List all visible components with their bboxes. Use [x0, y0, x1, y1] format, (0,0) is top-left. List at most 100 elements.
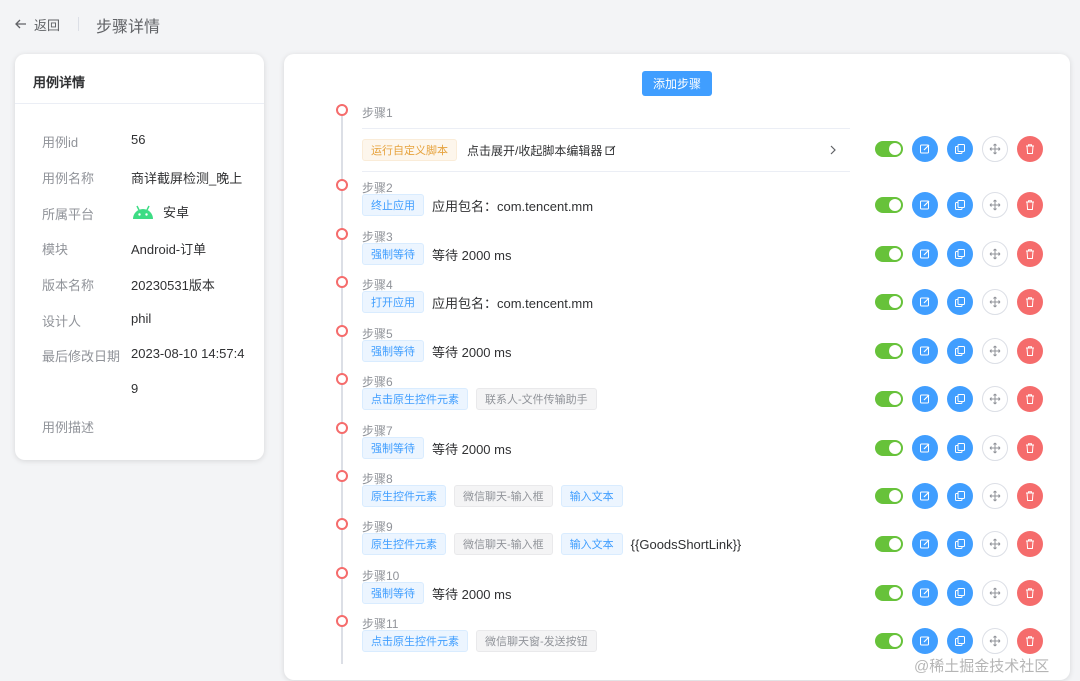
- drag-step-handle[interactable]: [982, 386, 1008, 412]
- step-detail-text: {{GoodsShortLink}}: [630, 536, 742, 552]
- delete-step-button[interactable]: [1017, 386, 1043, 412]
- drag-step-handle[interactable]: [982, 241, 1008, 267]
- step-content: 强制等待 等待 2000 ms: [362, 340, 511, 362]
- edit-icon: [919, 199, 931, 211]
- trash-icon: [1024, 393, 1036, 405]
- edit-step-button[interactable]: [912, 531, 938, 557]
- delete-step-button[interactable]: [1017, 531, 1043, 557]
- enable-toggle[interactable]: [875, 294, 903, 310]
- enable-toggle[interactable]: [875, 141, 903, 157]
- add-step-button[interactable]: 添加步骤: [642, 71, 712, 96]
- copy-step-button[interactable]: [947, 241, 973, 267]
- edit-step-button[interactable]: [912, 386, 938, 412]
- copy-step-button[interactable]: [947, 289, 973, 315]
- timeline-dot: [336, 615, 348, 627]
- move-icon: [989, 143, 1001, 155]
- edit-step-button[interactable]: [912, 136, 938, 162]
- drag-step-handle[interactable]: [982, 580, 1008, 606]
- delete-step-button[interactable]: [1017, 289, 1043, 315]
- step-actions: [875, 289, 1043, 315]
- move-icon: [989, 199, 1001, 211]
- step-detail-text: 等待 2000 ms: [432, 344, 512, 360]
- enable-toggle[interactable]: [875, 343, 903, 359]
- step-tag: 输入文本: [560, 485, 623, 507]
- timeline-dot: [336, 373, 348, 385]
- trash-icon: [1024, 587, 1036, 599]
- edit-step-button[interactable]: [912, 241, 938, 267]
- drag-step-handle[interactable]: [982, 338, 1008, 364]
- trash-icon: [1024, 296, 1036, 308]
- edit-step-button[interactable]: [912, 435, 938, 461]
- copy-step-button[interactable]: [947, 628, 973, 654]
- enable-toggle[interactable]: [875, 633, 903, 649]
- edit-step-button[interactable]: [912, 192, 938, 218]
- enable-toggle[interactable]: [875, 197, 903, 213]
- edit-icon: [919, 587, 931, 599]
- step-content: 强制等待 等待 2000 ms: [362, 437, 511, 459]
- step-detail-text: 应用包名：com.tencent.mm: [432, 295, 594, 311]
- delete-step-button[interactable]: [1017, 338, 1043, 364]
- step-actions: [875, 435, 1043, 461]
- step-content: 强制等待 等待 2000 ms: [362, 582, 511, 604]
- step-tag: 原生控件元素: [362, 533, 446, 555]
- delete-step-button[interactable]: [1017, 241, 1043, 267]
- edit-icon: [919, 345, 931, 357]
- step-tag: 微信聊天窗-发送按钮: [476, 630, 597, 652]
- android-icon: [133, 205, 153, 219]
- arrow-left-icon: [15, 19, 26, 29]
- external-edit-icon: [605, 145, 616, 155]
- step-actions: [875, 241, 1043, 267]
- step-tag: 原生控件元素: [362, 485, 446, 507]
- drag-step-handle[interactable]: [982, 435, 1008, 461]
- copy-step-button[interactable]: [947, 531, 973, 557]
- step-type-tag: 运行自定义脚本: [362, 139, 457, 161]
- copy-step-button[interactable]: [947, 386, 973, 412]
- edit-step-button[interactable]: [912, 628, 938, 654]
- edit-step-button[interactable]: [912, 289, 938, 315]
- copy-icon: [954, 442, 966, 454]
- edit-step-button[interactable]: [912, 483, 938, 509]
- platform-text: 安卓: [163, 205, 190, 220]
- copy-step-button[interactable]: [947, 192, 973, 218]
- delete-step-button[interactable]: [1017, 483, 1043, 509]
- copy-step-button[interactable]: [947, 483, 973, 509]
- step-detail-text: 应用包名：com.tencent.mm: [432, 198, 594, 214]
- copy-step-button[interactable]: [947, 136, 973, 162]
- delete-step-button[interactable]: [1017, 580, 1043, 606]
- script-editor-toggle-row[interactable]: 运行自定义脚本 点击展开/收起脚本编辑器: [362, 128, 850, 172]
- delete-step-button[interactable]: [1017, 192, 1043, 218]
- timeline-dot: [336, 104, 348, 116]
- delete-step-button[interactable]: [1017, 628, 1043, 654]
- copy-step-button[interactable]: [947, 338, 973, 364]
- enable-toggle[interactable]: [875, 488, 903, 504]
- drag-step-handle[interactable]: [982, 483, 1008, 509]
- chevron-right-icon[interactable]: [826, 143, 840, 157]
- enable-toggle[interactable]: [875, 391, 903, 407]
- edit-step-button[interactable]: [912, 580, 938, 606]
- drag-step-handle[interactable]: [982, 628, 1008, 654]
- field-label: 版本名称: [42, 278, 95, 293]
- step-content: 原生控件元素 微信聊天-输入框 输入文本 {{GoodsShortLink}}: [362, 533, 741, 555]
- field-label: 所属平台: [42, 207, 95, 222]
- back-button[interactable]: 返回: [14, 14, 60, 34]
- step-actions: [875, 580, 1043, 606]
- enable-toggle[interactable]: [875, 536, 903, 552]
- enable-toggle[interactable]: [875, 440, 903, 456]
- edit-step-button[interactable]: [912, 338, 938, 364]
- timeline-dot: [336, 518, 348, 530]
- step-tag: 强制等待: [362, 582, 424, 604]
- edit-icon: [919, 296, 931, 308]
- enable-toggle[interactable]: [875, 246, 903, 262]
- enable-toggle[interactable]: [875, 585, 903, 601]
- copy-icon: [954, 490, 966, 502]
- delete-step-button[interactable]: [1017, 435, 1043, 461]
- drag-step-handle[interactable]: [982, 289, 1008, 315]
- drag-step-handle[interactable]: [982, 531, 1008, 557]
- copy-step-button[interactable]: [947, 580, 973, 606]
- trash-icon: [1024, 248, 1036, 260]
- script-toggle-link[interactable]: 点击展开/收起脚本编辑器: [467, 142, 616, 159]
- delete-step-button[interactable]: [1017, 136, 1043, 162]
- drag-step-handle[interactable]: [982, 192, 1008, 218]
- drag-step-handle[interactable]: [982, 136, 1008, 162]
- copy-step-button[interactable]: [947, 435, 973, 461]
